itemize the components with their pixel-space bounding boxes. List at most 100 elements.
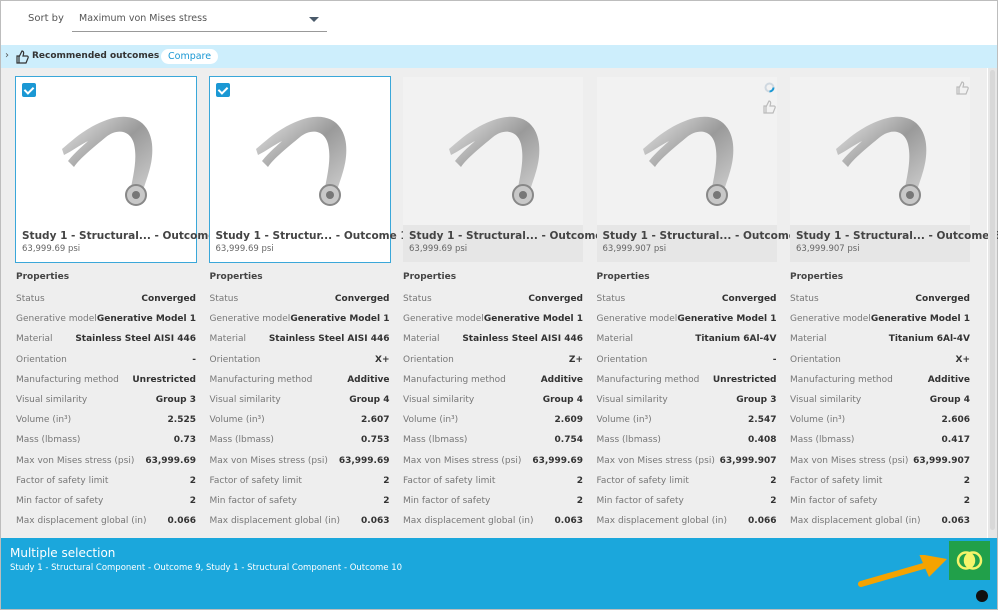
property-label: Min factor of safety: [403, 495, 491, 506]
property-value: Converged: [334, 294, 390, 304]
annotation-arrow-icon: [858, 555, 947, 587]
outcome-title: Study 1 - Structural... - Outcome 6: [796, 230, 998, 242]
property-row: Orientation -: [597, 355, 777, 375]
property-row: Material Stainless Steel AISI 446: [16, 334, 196, 354]
property-label: Generative model: [403, 314, 484, 325]
property-value: 0.063: [554, 516, 583, 527]
property-value: X+: [375, 354, 390, 365]
property-row: Orientation X+: [790, 355, 970, 375]
selection-items: Study 1 - Structural Component - Outcome…: [10, 563, 403, 573]
property-value: 0.753: [361, 435, 390, 446]
sort-bar: Sort by Maximum von Mises stress: [1, 1, 997, 45]
property-row: Factor of safety limit 2: [790, 476, 970, 496]
property-value: Z+: [568, 354, 583, 365]
property-label: Mass (lbmass): [790, 435, 855, 446]
bracket-model-image: [54, 99, 164, 212]
property-value: Generative Model 1: [290, 314, 390, 325]
outcome-title: Study 1 - Structural... - Outcome 5: [602, 230, 807, 242]
select-checkbox[interactable]: [22, 83, 36, 97]
property-row: Mass (lbmass) 0.73: [16, 435, 196, 455]
outcome-card[interactable]: Study 1 - Structural... - Outcome 12 63,9…: [403, 77, 621, 262]
property-row: Material Titanium 6Al-4V: [597, 334, 777, 354]
property-label: Mass (lbmass): [16, 435, 81, 446]
property-row: Mass (lbmass) 0.754: [403, 435, 583, 455]
property-row: Min factor of safety 2: [790, 496, 970, 516]
select-checkbox[interactable]: [215, 83, 230, 97]
outcome-card[interactable]: Study 1 - Structural... - Outcome 5 63,99…: [596, 77, 807, 262]
property-value: Additive: [927, 374, 970, 385]
property-value: Stainless Steel AISI 446: [75, 334, 196, 345]
property-row: Volume (in³) 2.525: [16, 415, 196, 435]
property-row: Volume (in³) 2.547: [597, 415, 777, 435]
property-row: Status Converged: [597, 294, 777, 314]
app-logo-icon: [976, 590, 988, 602]
outcome-card[interactable]: Study 1 - Structural... - Outcome 6 63,99…: [790, 77, 998, 262]
property-value: Titanium 6Al-4V: [888, 334, 970, 345]
property-label: Orientation: [596, 354, 648, 365]
property-value: Converged: [721, 294, 777, 304]
property-label: Material: [16, 334, 53, 345]
property-row: Max von Mises stress (psi) 63,999.69: [403, 456, 583, 476]
sort-dropdown[interactable]: Maximum von Mises stress: [72, 7, 327, 32]
property-label: Mass (lbmass): [596, 435, 661, 446]
property-row: Factor of safety limit 2: [16, 476, 196, 496]
property-row: Factor of safety limit 2: [210, 476, 390, 496]
property-row: Generative model Generative Model 1: [210, 314, 390, 334]
sort-label: Sort by: [28, 13, 64, 24]
property-value: 2: [770, 475, 777, 486]
recommended-outcomes-label[interactable]: Recommended outcomes: [32, 51, 159, 61]
property-row: Status Converged: [210, 294, 390, 314]
property-row: Generative model Generative Model 1: [790, 314, 970, 334]
properties-header: Properties: [209, 272, 263, 282]
property-value: 2.606: [941, 415, 970, 426]
compare-outcomes-button[interactable]: [949, 541, 990, 580]
property-label: Orientation: [16, 354, 67, 365]
outcome-thumbnail: [403, 77, 583, 225]
sort-value: Maximum von Mises stress: [79, 13, 208, 24]
property-row: Max displacement global (in) 0.063: [403, 516, 583, 536]
chevron-right-icon[interactable]: ›: [5, 50, 9, 61]
property-value: 2: [189, 495, 196, 506]
property-label: Orientation: [209, 354, 261, 365]
property-value: 2: [383, 495, 390, 506]
property-row: Material Stainless Steel AISI 446: [403, 334, 583, 354]
property-value: -: [772, 354, 777, 365]
property-row: Max displacement global (in) 0.066: [16, 516, 196, 536]
outcome-stress: 63,999.69 psi: [215, 244, 274, 254]
property-row: Generative model Generative Model 1: [403, 314, 583, 334]
property-label: Status: [790, 294, 819, 304]
property-value: Additive: [347, 374, 390, 385]
thumbs-up-icon[interactable]: [762, 99, 776, 114]
property-value: 0.063: [941, 516, 970, 527]
bracket-model-image: [248, 99, 358, 212]
property-value: -: [192, 354, 196, 365]
property-label: Status: [209, 294, 239, 304]
recommended-outcomes-bar: › Recommended outcomes Compare: [1, 45, 997, 68]
property-label: Material: [790, 334, 827, 345]
thumbs-up-icon[interactable]: [955, 80, 969, 95]
property-label: Status: [596, 294, 626, 304]
outcome-caption: Study 1 - Structural... - Outcome 6 63,99…: [790, 225, 998, 262]
bracket-model-image: [441, 99, 551, 212]
scrollbar[interactable]: [988, 68, 997, 538]
outcome-stress: 63,999.907 psi: [796, 244, 860, 254]
property-value: 2: [963, 495, 970, 506]
property-value: Titanium 6Al-4V: [695, 334, 777, 345]
properties-header: Properties: [16, 272, 70, 282]
outcome-card[interactable]: Study 1 - Structur... - Outcome 10 63,999…: [208, 76, 415, 263]
selection-panel: Multiple selection Study 1 - Structural …: [1, 538, 997, 609]
property-label: Orientation: [403, 354, 454, 365]
compare-button[interactable]: Compare: [161, 49, 219, 64]
properties-header: Properties: [596, 272, 650, 282]
property-row: Visual similarity Group 3: [16, 395, 196, 415]
outcome-thumbnail: [790, 77, 970, 225]
property-row: Max displacement global (in) 0.063: [210, 516, 390, 536]
property-value: 2.609: [554, 415, 583, 426]
property-value: Generative Model 1: [96, 314, 196, 325]
outcome-caption: Study 1 - Structur... - Outcome 10 63,999…: [209, 225, 415, 262]
outcome-card[interactable]: Study 1 - Structural... - Outcome 9 63,99…: [15, 76, 226, 263]
property-row: Volume (in³) 2.607: [210, 415, 390, 435]
property-label: Mass (lbmass): [209, 435, 274, 446]
property-value: 0.063: [361, 516, 390, 527]
property-value: 63,999.907: [913, 455, 970, 466]
